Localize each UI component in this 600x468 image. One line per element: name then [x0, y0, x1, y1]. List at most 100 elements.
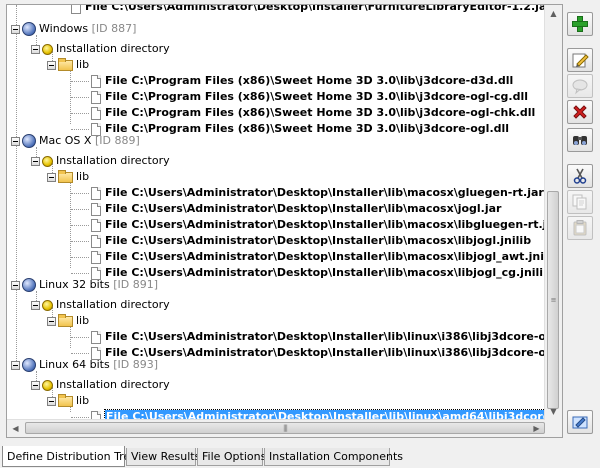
tree-line [71, 241, 89, 242]
platform-id: [ID 887] [91, 22, 137, 35]
collapse-toggle[interactable] [47, 316, 56, 326]
tree-file-row[interactable]: File C:\Program Files (x86)\Sweet Home 3… [91, 89, 528, 105]
tree-line [71, 337, 89, 338]
paste-button[interactable] [567, 216, 593, 240]
tree-file-row[interactable]: File C:\Users\Administrator\Desktop\Inst… [91, 217, 545, 233]
scroll-down-button[interactable]: ▼ [545, 403, 562, 420]
tree-file-row[interactable]: File C:\Program Files (x86)\Sweet Home 3… [91, 121, 509, 137]
tree-node-install-dir[interactable]: Installation directory [31, 377, 170, 393]
platform-name: Linux 32 bits [39, 278, 110, 291]
tree-line [71, 81, 89, 82]
pin-icon [42, 379, 53, 391]
tree-node-windows[interactable]: Windows [ID 887] [11, 21, 136, 37]
tree-file-row[interactable]: File C:\Program Files (x86)\Sweet Home 3… [91, 73, 513, 89]
cut-button[interactable] [567, 164, 593, 188]
tree-rows: File C:\Users\Administrator\Desktop\Inst… [7, 5, 545, 420]
collapse-toggle[interactable] [47, 172, 56, 182]
platform-name: Linux 64 bits [39, 358, 110, 371]
tree-node-install-dir[interactable]: Installation directory [31, 41, 170, 57]
file-icon [91, 74, 101, 88]
scroll-corner [545, 420, 562, 437]
binoculars-icon [573, 136, 587, 145]
add-button[interactable] [567, 12, 593, 36]
tree-file-row[interactable]: File C:\Users\Administrator\Desktop\Inst… [91, 265, 545, 281]
scroll-right-button[interactable]: ▶ [528, 420, 545, 437]
collapse-toggle[interactable] [31, 300, 40, 310]
delete-button[interactable] [567, 100, 593, 124]
globe-icon [22, 134, 36, 148]
pin-icon [42, 299, 53, 311]
tree-file-row[interactable]: File C:\Users\Administrator\Desktop\Inst… [71, 5, 545, 15]
tab-installation-components[interactable]: Installation Components [264, 448, 403, 466]
tree-file-row[interactable]: File C:\Users\Administrator\Desktop\Inst… [91, 249, 545, 265]
tree-line [71, 225, 89, 226]
tree-file-row[interactable]: File C:\Users\Administrator\Desktop\Inst… [91, 345, 545, 361]
horizontal-scroll-thumb[interactable]: ||| [25, 422, 545, 434]
file-icon [91, 90, 101, 104]
grip-icon: ||| [282, 424, 288, 432]
collapse-toggle[interactable] [11, 360, 20, 370]
paste-icon [573, 220, 587, 236]
scroll-left-button[interactable]: ◀ [7, 420, 24, 437]
platform-id: [ID 891] [113, 278, 159, 291]
file-icon [91, 202, 101, 216]
file-label: File C:\Users\Administrator\Desktop\Inst… [105, 202, 502, 215]
folder-label: lib [76, 170, 90, 183]
properties-button[interactable] [567, 410, 593, 434]
tree-file-row[interactable]: File C:\Users\Administrator\Desktop\Inst… [91, 233, 531, 249]
tree-file-row[interactable]: File C:\Users\Administrator\Desktop\Inst… [91, 329, 545, 345]
tree-node-folder[interactable]: lib [47, 313, 89, 329]
tree-node-folder[interactable]: lib [47, 393, 89, 409]
edit-button[interactable] [567, 48, 593, 72]
tree-node-linux32[interactable]: Linux 32 bits [ID 891] [11, 277, 158, 293]
delete-icon [573, 105, 587, 119]
install-dir-label: Installation directory [56, 42, 170, 55]
collapse-toggle[interactable] [47, 60, 56, 70]
collapse-toggle[interactable] [11, 280, 20, 290]
tab-view-results[interactable]: View Results [126, 448, 200, 466]
comment-button[interactable] [567, 74, 593, 98]
tree-file-row[interactable]: File C:\Program Files (x86)\Sweet Home 3… [91, 105, 535, 121]
horizontal-scrollbar[interactable]: ◀ ||| ▶ [7, 419, 545, 437]
folder-label: lib [76, 314, 90, 327]
tree-node-install-dir[interactable]: Installation directory [31, 153, 170, 169]
tree-file-row[interactable]: File C:\Users\Administrator\Desktop\Inst… [91, 185, 544, 201]
collapse-toggle[interactable] [31, 156, 40, 166]
tab-file-options[interactable]: File Options [197, 448, 266, 466]
copy-icon [572, 194, 587, 210]
tree-node-folder[interactable]: lib [47, 57, 89, 73]
globe-icon [22, 278, 36, 292]
tab-define-distribution-tree[interactable]: Define Distribution Tree [2, 446, 137, 467]
folder-label: lib [76, 394, 90, 407]
distribution-tree[interactable]: File C:\Users\Administrator\Desktop\Inst… [6, 4, 563, 438]
find-button[interactable] [567, 128, 593, 152]
vertical-scrollbar[interactable]: ▲ ≡ ▼ [544, 5, 562, 420]
tree-line [16, 5, 17, 367]
tree-line [71, 417, 89, 418]
file-label: File C:\Users\Administrator\Desktop\Inst… [105, 250, 545, 263]
collapse-toggle[interactable] [31, 380, 40, 390]
tree-node-macosx[interactable]: Mac OS X [ID 889] [11, 133, 140, 149]
scroll-up-button[interactable]: ▲ [545, 5, 562, 22]
vertical-scroll-thumb[interactable]: ≡ [547, 191, 559, 409]
platform-name: Windows [39, 22, 89, 35]
tree-node-install-dir[interactable]: Installation directory [31, 297, 170, 313]
collapse-toggle[interactable] [11, 136, 20, 146]
tree-file-row[interactable]: File C:\Users\Administrator\Desktop\Inst… [91, 201, 501, 217]
comment-icon [572, 79, 588, 95]
collapse-toggle[interactable] [47, 396, 56, 406]
copy-button[interactable] [567, 190, 593, 214]
folder-icon [58, 57, 73, 71]
tree-line [71, 113, 89, 114]
tree-node-folder[interactable]: lib [47, 169, 89, 185]
collapse-toggle[interactable] [11, 24, 20, 34]
tree-node-linux64[interactable]: Linux 64 bits [ID 893] [11, 357, 158, 373]
file-label: File C:\Program Files (x86)\Sweet Home 3… [105, 106, 536, 119]
file-label: File C:\Users\Administrator\Desktop\Inst… [105, 186, 544, 199]
file-label: File C:\Program Files (x86)\Sweet Home 3… [105, 90, 529, 103]
tree-line [71, 257, 89, 258]
file-icon [91, 250, 101, 264]
file-label: File C:\Users\Administrator\Desktop\Inst… [85, 5, 545, 13]
file-label: File C:\Program Files (x86)\Sweet Home 3… [105, 74, 514, 87]
collapse-toggle[interactable] [31, 44, 40, 54]
